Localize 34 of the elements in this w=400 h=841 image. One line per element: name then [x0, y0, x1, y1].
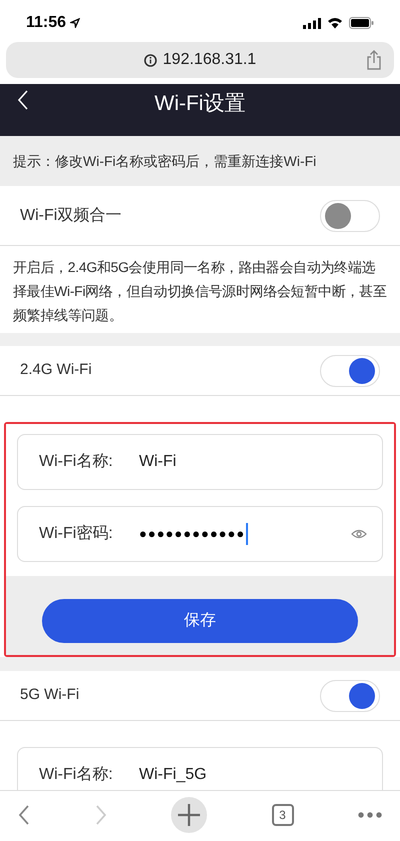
- save-button[interactable]: 保存: [42, 599, 358, 643]
- setting-label: Wi-Fi双频合一: [20, 206, 122, 226]
- field-value: ●●●●●●●●●●●●: [139, 525, 246, 544]
- location-icon: [70, 18, 80, 28]
- info-icon: [144, 54, 157, 66]
- field-value: Wi-Fi: [139, 452, 176, 472]
- field-value: Wi-Fi_5G: [139, 765, 207, 785]
- toggle-switch[interactable]: [320, 354, 380, 386]
- description-text: 开启后，2.4G和5G会使用同一名称，路由器会自动为终端选择最佳Wi-Fi网络，但自动切换信号源时网络会短暂中断，甚至频繁掉线等问题。: [13, 258, 387, 325]
- status-time: 11:56: [26, 13, 66, 33]
- url-text: 192.168.31.1: [162, 50, 256, 70]
- input-field[interactable]: Wi-Fi名称: Wi-Fi: [17, 434, 383, 490]
- more-icon[interactable]: [358, 812, 382, 818]
- toggle-switch[interactable]: [320, 680, 380, 712]
- field-label: Wi-Fi名称:: [39, 452, 114, 472]
- share-icon[interactable]: [366, 50, 382, 70]
- page-title: Wi-Fi设置: [154, 91, 246, 117]
- band-label: 5G Wi-Fi: [20, 685, 80, 706]
- address-bar[interactable]: 192.168.31.1: [6, 42, 394, 78]
- field-label: Wi-Fi名称:: [39, 765, 114, 785]
- eye-icon[interactable]: [351, 529, 367, 539]
- hint-text: 提示：修改Wi-Fi名称或密码后，需重新连接Wi-Fi: [13, 152, 316, 170]
- tabs-button[interactable]: 3: [272, 804, 294, 826]
- wifi-icon: [327, 17, 343, 29]
- signal-icon: [303, 18, 321, 28]
- band-label: 2.4G Wi-Fi: [20, 360, 92, 380]
- password-field[interactable]: Wi-Fi密码: ●●●●●●●●●●●●: [17, 506, 383, 562]
- field-label: Wi-Fi密码:: [39, 524, 114, 544]
- battery-icon: [349, 17, 374, 29]
- toggle-switch[interactable]: [320, 200, 380, 232]
- back-icon[interactable]: [17, 90, 29, 110]
- text-cursor: [246, 523, 248, 545]
- new-tab-icon[interactable]: [171, 797, 207, 833]
- input-field[interactable]: Wi-Fi名称: Wi-Fi_5G: [17, 747, 383, 790]
